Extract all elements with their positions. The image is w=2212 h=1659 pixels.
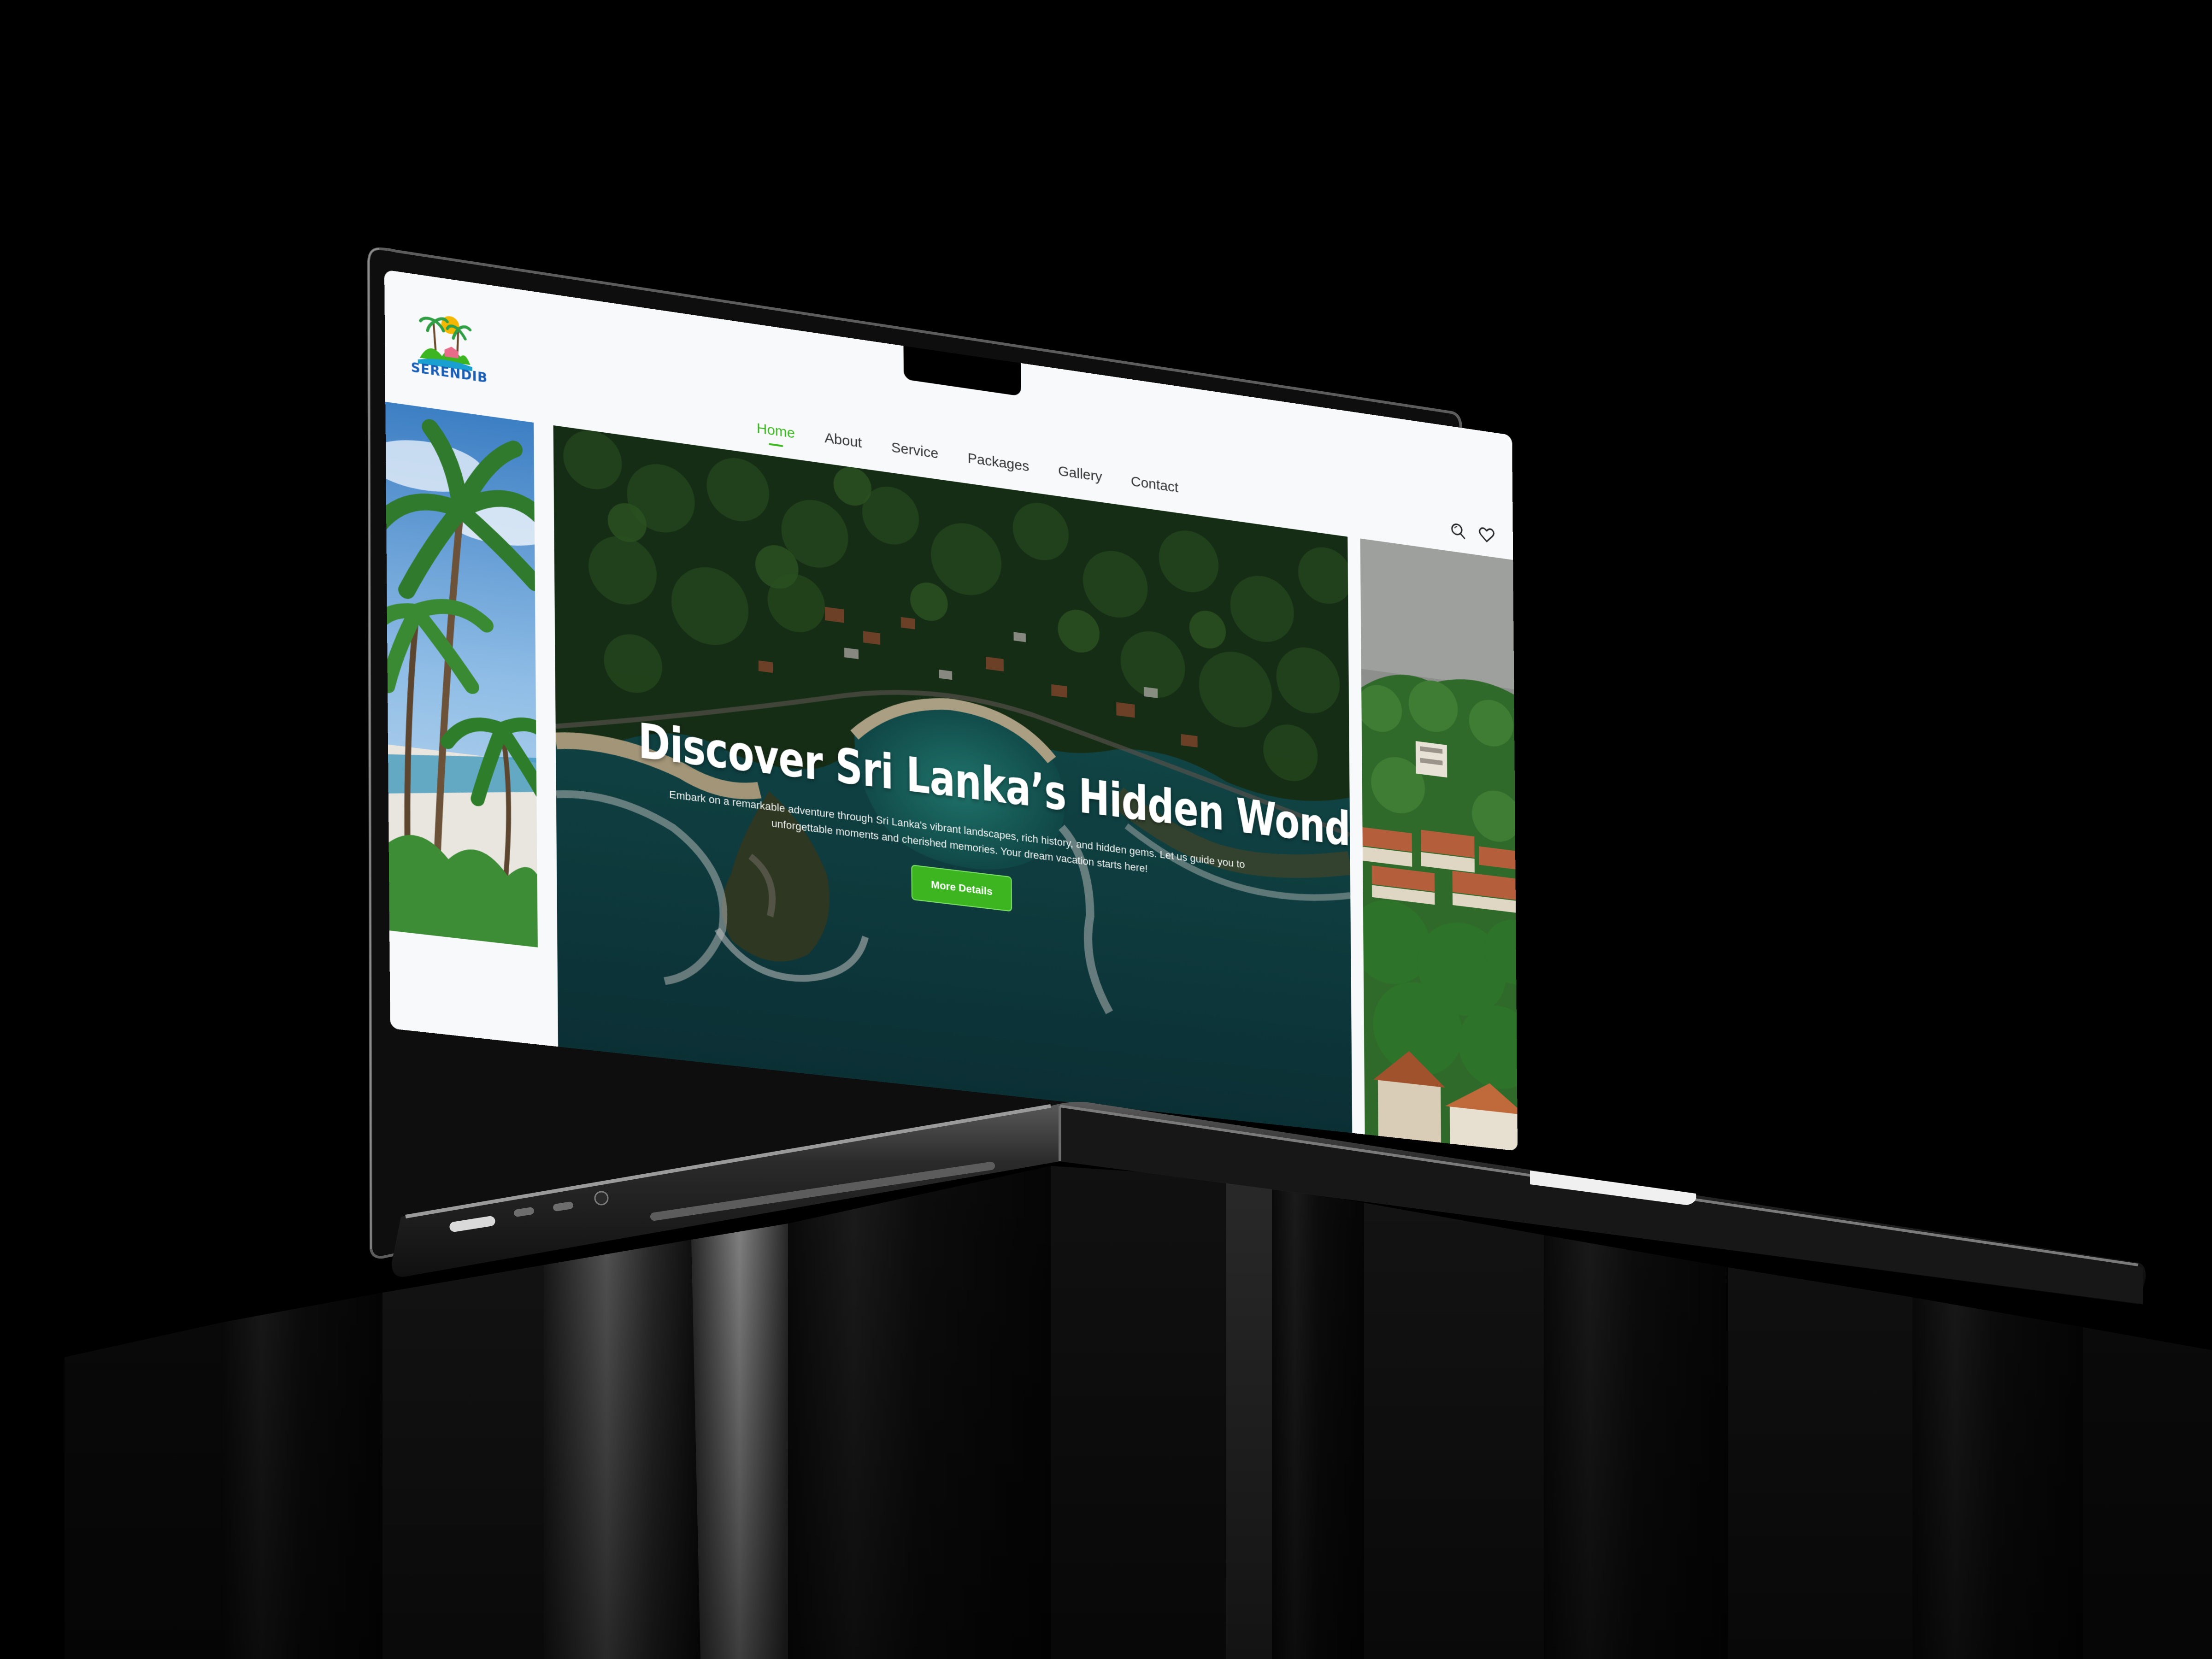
mockup-scene: SERENDIB Home About Service Packages Gal… — [0, 0, 2212, 1659]
laptop-base — [392, 1102, 2146, 1304]
